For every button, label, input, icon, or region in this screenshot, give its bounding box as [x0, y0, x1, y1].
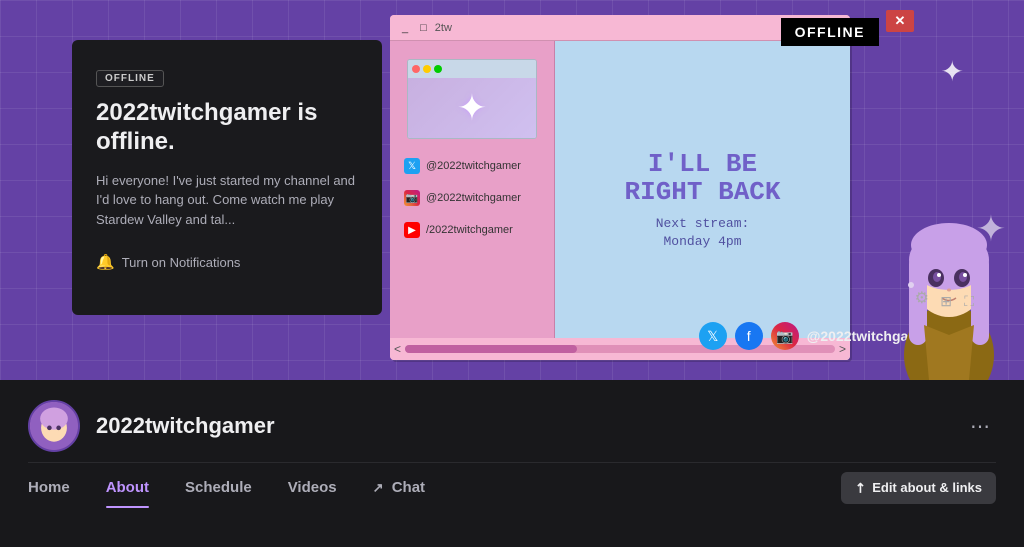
anime-character: [874, 180, 1024, 380]
cast-icon[interactable]: ⊞: [940, 293, 952, 310]
banner: OFFLINE 2022twitchgamer is offline. Hi e…: [0, 0, 1024, 380]
gear-icon[interactable]: ⚙: [915, 288, 929, 308]
nav-videos-label: Videos: [288, 479, 337, 496]
nav-about-label: About: [106, 479, 149, 496]
bottom-facebook-icon[interactable]: f: [735, 322, 763, 350]
dot-green: [434, 65, 442, 73]
dot-red: [412, 65, 420, 73]
retro-title-text: 2tw: [435, 22, 452, 34]
scroll-left-arrow[interactable]: <: [394, 342, 401, 356]
instagram-icon: 📷: [404, 190, 420, 206]
username: 2022twitchgamer: [96, 413, 948, 439]
scroll-thumb: [405, 345, 577, 353]
next-stream-text: Next stream:Monday 4pm: [656, 215, 750, 251]
deco-sparkle-1: ✦: [941, 55, 964, 88]
ill-be-back-text: I'LL BERIGHT BACK: [624, 150, 780, 207]
bottom-twitter-icon[interactable]: 𝕏: [699, 322, 727, 350]
edit-about-links-button[interactable]: ↗ Edit about & links: [841, 472, 996, 504]
retro-sub-titlebar: [408, 60, 536, 78]
offline-badge: OFFLINE: [96, 70, 164, 87]
more-options-button[interactable]: ⋯: [964, 410, 996, 442]
youtube-handle: /2022twitchgamer: [426, 224, 513, 236]
window-close-button[interactable]: ✕: [886, 10, 914, 32]
offline-panel: OFFLINE 2022twitchgamer is offline. Hi e…: [72, 40, 382, 315]
nav-home[interactable]: Home: [28, 467, 88, 508]
bottom-bar: 2022twitchgamer ⋯ Home About Schedule Vi…: [0, 380, 1024, 547]
twitter-icon: 𝕏: [404, 158, 420, 174]
offline-title: 2022twitchgamer is offline.: [96, 99, 358, 157]
edit-button-label: Edit about & links: [872, 480, 982, 495]
retro-maximize[interactable]: □: [416, 22, 431, 34]
retro-minimize[interactable]: _: [398, 22, 412, 34]
avatar: [28, 400, 80, 452]
retro-sub-window: ✦: [407, 59, 537, 139]
dot-yellow: [423, 65, 431, 73]
retro-right-panel: I'LL BERIGHT BACK Next stream:Monday 4pm: [555, 41, 850, 360]
youtube-icon: ▶: [404, 222, 420, 238]
social-link-youtube[interactable]: ▶ /2022twitchgamer: [400, 219, 544, 241]
retro-left-panel: ✦ 𝕏 @2022twitchgamer 📷 @2022twitchgamer …: [390, 41, 555, 360]
notify-button[interactable]: 🔔 Turn on Notifications: [96, 253, 358, 271]
nav-videos[interactable]: Videos: [270, 467, 355, 508]
social-link-twitter[interactable]: 𝕏 @2022twitchgamer: [400, 155, 544, 177]
retro-sub-body: ✦: [408, 78, 536, 138]
user-row: 2022twitchgamer ⋯: [28, 380, 996, 462]
nav-chat[interactable]: ↗ Chat: [355, 467, 443, 508]
notify-label: Turn on Notifications: [122, 255, 241, 270]
big-offline-badge: OFFLINE: [781, 18, 879, 46]
instagram-handle: @2022twitchgamer: [426, 192, 521, 204]
nav-row: Home About Schedule Videos ↗ Chat ↗ Edit…: [28, 462, 996, 508]
nav-schedule[interactable]: Schedule: [167, 467, 270, 508]
offline-description: Hi everyone! I've just started my channe…: [96, 171, 358, 230]
bell-icon: 🔔: [96, 253, 115, 271]
chat-arrow-icon: ↗: [373, 480, 384, 495]
fullscreen-icon[interactable]: ⛶: [964, 293, 974, 310]
social-link-instagram[interactable]: 📷 @2022twitchgamer: [400, 187, 544, 209]
twitter-handle: @2022twitchgamer: [426, 160, 521, 172]
retro-window: _ □ 2tw ✦ 𝕏: [390, 15, 850, 360]
bottom-instagram-icon[interactable]: 📷: [771, 322, 799, 350]
nav-schedule-label: Schedule: [185, 479, 252, 496]
sparkle-icon: ✦: [457, 87, 487, 129]
nav-chat-label: Chat: [392, 479, 425, 496]
nav-about[interactable]: About: [88, 467, 167, 508]
nav-home-label: Home: [28, 479, 70, 496]
edit-arrow-icon: ↗: [851, 478, 870, 497]
retro-body: ✦ 𝕏 @2022twitchgamer 📷 @2022twitchgamer …: [390, 41, 850, 360]
